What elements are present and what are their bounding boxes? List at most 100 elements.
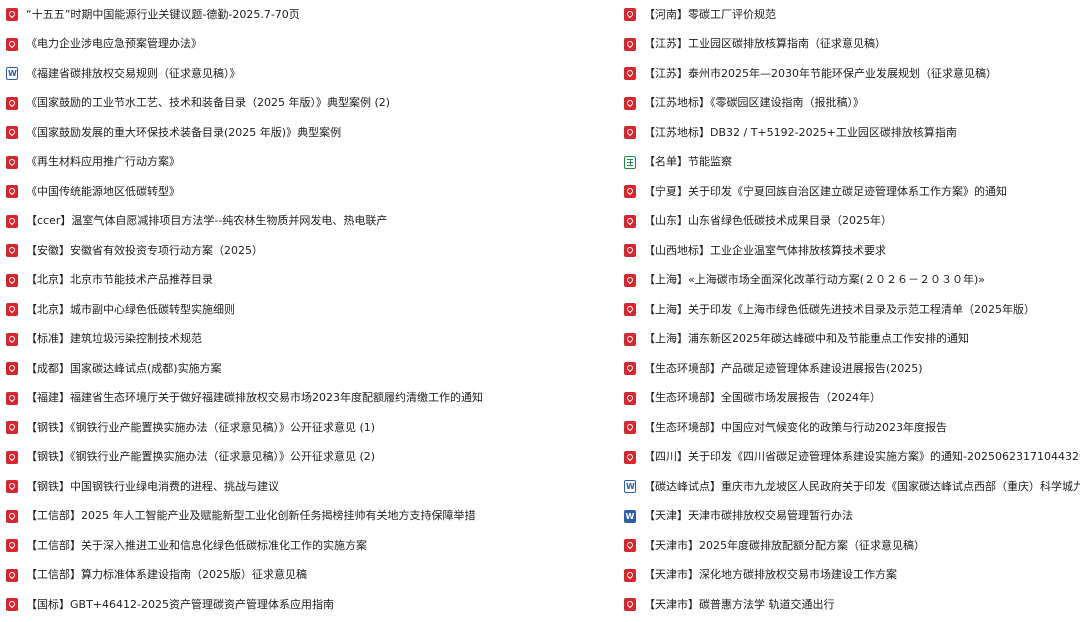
file-name: 【工信部】2025 年人工智能产业及赋能新型工业化创新任务揭榜挂帅有关地方支持保… <box>26 509 476 523</box>
file-item[interactable]: 【成都】国家碳达峰试点(成都)实施方案 <box>0 354 615 384</box>
pdf-icon <box>624 126 636 140</box>
word-icon <box>6 67 18 81</box>
pdf-icon <box>624 391 636 405</box>
file-item[interactable]: 【山西地标】工业企业温室气体排放核算技术要求 <box>620 236 1080 266</box>
file-item[interactable]: 【生态环境部】全国碳市场发展报告（2024年） <box>620 384 1080 414</box>
pdf-icon <box>6 391 18 405</box>
file-item[interactable]: 【安徽】安徽省有效投资专项行动方案（2025） <box>0 236 615 266</box>
pdf-icon <box>6 8 18 22</box>
file-item[interactable]: 【上海】«上海碳市场全面深化改革行动方案(２０２６－２０３０年)» <box>620 266 1080 296</box>
pdf-icon <box>6 450 18 464</box>
file-item[interactable]: 《再生材料应用推广行动方案》 <box>0 148 615 178</box>
file-name: 【上海】关于印发《上海市绿色低碳先进技术目录及示范工程清单（2025年版） <box>644 302 1035 316</box>
file-item[interactable]: 《国家鼓励发展的重大环保技术装备目录(2025 年版)》典型案例 <box>0 118 615 148</box>
pdf-icon <box>624 303 636 317</box>
file-item[interactable]: 【江苏地标】《零碳园区建设指南（报批稿）》 <box>620 89 1080 119</box>
file-item[interactable]: 【工信部】关于深入推进工业和信息化绿色低碳标准化工作的实施方案 <box>0 531 615 561</box>
file-item[interactable]: 【北京】北京市节能技术产品推荐目录 <box>0 266 615 296</box>
pdf-icon <box>624 568 636 582</box>
file-name: 【宁夏】关于印发《宁夏回族自治区建立碳足迹管理体系工作方案》的通知 <box>644 184 1007 198</box>
file-item[interactable]: 《福建省碳排放权交易规则（征求意见稿）》 <box>0 59 615 89</box>
file-name: 【钢铁】《钢铁行业产能置换实施办法（征求意见稿）》公开征求意见 (2) <box>26 450 376 464</box>
pdf-icon <box>6 480 18 494</box>
pdf-icon <box>624 244 636 258</box>
file-name: 《国家鼓励发展的重大环保技术装备目录(2025 年版)》典型案例 <box>26 125 342 139</box>
pdf-icon <box>6 155 18 169</box>
file-item[interactable]: 【名单】节能监察 <box>620 148 1080 178</box>
file-item[interactable]: 【天津市】2025年度碳排放配额分配方案（征求意见稿） <box>620 531 1080 561</box>
pdf-icon <box>624 450 636 464</box>
file-item[interactable]: 【江苏】泰州市2025年—2030年节能环保产业发展规划（征求意见稿） <box>620 59 1080 89</box>
file-item[interactable]: 【江苏地标】DB32 / T+5192-2025+工业园区碳排放核算指南 <box>620 118 1080 148</box>
file-name: 【河南】零碳工厂评价规范 <box>644 7 776 21</box>
file-item[interactable]: 【宁夏】关于印发《宁夏回族自治区建立碳足迹管理体系工作方案》的通知 <box>620 177 1080 207</box>
pdf-icon <box>6 214 18 228</box>
pdf-icon <box>6 185 18 199</box>
file-item[interactable]: 【国标】GBT+46412-2025资产管理碳资产管理体系应用指南 <box>0 590 615 620</box>
file-item[interactable]: 【福建】福建省生态环境厅关于做好福建碳排放权交易市场2023年度配额履约清缴工作… <box>0 384 615 414</box>
file-name: 《国家鼓励的工业节水工艺、技术和装备目录（2025 年版）》典型案例 (2) <box>26 96 391 110</box>
file-item[interactable]: 【标准】建筑垃圾污染控制技术规范 <box>0 325 615 355</box>
file-item[interactable]: 【钢铁】《钢铁行业产能置换实施办法（征求意见稿）》公开征求意见 (2) <box>0 443 615 473</box>
file-item[interactable]: 《电力企业涉电应急预案管理办法》 <box>0 30 615 60</box>
file-name: 【天津】天津市碳排放权交易管理暂行办法 <box>644 509 853 523</box>
file-name: 【江苏地标】DB32 / T+5192-2025+工业园区碳排放核算指南 <box>644 125 957 139</box>
pdf-icon <box>6 509 18 523</box>
file-item[interactable]: “十五五”时期中国能源行业关键议题-德勤-2025.7-70页 <box>0 0 615 30</box>
file-name: 【四川】关于印发《四川省碳足迹管理体系建设实施方案》的通知-2025062317… <box>644 450 1080 464</box>
file-name: 【标准】建筑垃圾污染控制技术规范 <box>26 332 202 346</box>
file-name: 【天津市】2025年度碳排放配额分配方案（征求意见稿） <box>644 538 925 552</box>
pdf-icon <box>6 539 18 553</box>
file-name: 【江苏】工业园区碳排放核算指南（征求意见稿） <box>644 37 886 51</box>
file-item[interactable]: 【工信部】算力标准体系建设指南（2025版）征求意见稿 <box>0 561 615 591</box>
file-item[interactable]: 【北京】城市副中心绿色低碳转型实施细则 <box>0 295 615 325</box>
file-item[interactable]: 【ccer】温室气体自愿减排项目方法学--纯农林生物质并网发电、热电联产 <box>0 207 615 237</box>
pdf-icon <box>624 185 636 199</box>
file-name: 【成都】国家碳达峰试点(成都)实施方案 <box>26 361 222 375</box>
file-item[interactable]: 【山东】山东省绿色低碳技术成果目录（2025年） <box>620 207 1080 237</box>
file-item[interactable]: 【生态环境部】中国应对气候变化的政策与行动2023年度报告 <box>620 413 1080 443</box>
pdf-icon <box>6 126 18 140</box>
pdf-icon <box>624 273 636 287</box>
file-item[interactable]: 【四川】关于印发《四川省碳足迹管理体系建设实施方案》的通知-2025062317… <box>620 443 1080 473</box>
file-item[interactable]: 【河南】零碳工厂评价规范 <box>620 0 1080 30</box>
file-item[interactable]: 【生态环境部】产品碳足迹管理体系建设进展报告(2025) <box>620 354 1080 384</box>
pdf-icon <box>6 362 18 376</box>
pdf-icon <box>624 214 636 228</box>
pdf-icon <box>6 568 18 582</box>
file-item[interactable]: 【天津】天津市碳排放权交易管理暂行办法 <box>620 502 1080 532</box>
pdf-icon <box>624 332 636 346</box>
file-name: 【生态环境部】中国应对气候变化的政策与行动2023年度报告 <box>644 420 947 434</box>
file-item[interactable]: 【钢铁】《钢铁行业产能置换实施办法（征求意见稿）》公开征求意见 (1) <box>0 413 615 443</box>
file-name: 《福建省碳排放权交易规则（征求意见稿）》 <box>26 66 241 80</box>
file-name: 【山东】山东省绿色低碳技术成果目录（2025年） <box>644 214 892 228</box>
file-name: 【ccer】温室气体自愿减排项目方法学--纯农林生物质并网发电、热电联产 <box>26 214 388 228</box>
pdf-icon <box>624 421 636 435</box>
file-item[interactable]: 【工信部】2025 年人工智能产业及赋能新型工业化创新任务揭榜挂帅有关地方支持保… <box>0 502 615 532</box>
file-item[interactable]: 【上海】浦东新区2025年碳达峰碳中和及节能重点工作安排的通知 <box>620 325 1080 355</box>
file-name: 【江苏地标】《零碳园区建设指南（报批稿）》 <box>644 96 864 110</box>
pdf-icon <box>624 362 636 376</box>
file-name: 【钢铁】中国钢铁行业绿电消费的进程、挑战与建议 <box>26 479 279 493</box>
file-item[interactable]: 【天津市】碳普惠方法学 轨道交通出行 <box>620 590 1080 620</box>
file-name: 《电力企业涉电应急预案管理办法》 <box>26 37 202 51</box>
pdf-icon <box>624 96 636 110</box>
file-item[interactable]: 【江苏】工业园区碳排放核算指南（征求意见稿） <box>620 30 1080 60</box>
file-item[interactable]: 【碳达峰试点】重庆市九龙坡区人民政府关于印发《国家碳达峰试点西部（重庆）科学城九 <box>620 472 1080 502</box>
pdf-icon <box>6 273 18 287</box>
file-name: 【碳达峰试点】重庆市九龙坡区人民政府关于印发《国家碳达峰试点西部（重庆）科学城九 <box>644 479 1080 493</box>
file-name: 【上海】浦东新区2025年碳达峰碳中和及节能重点工作安排的通知 <box>644 332 969 346</box>
file-item[interactable]: 【钢铁】中国钢铁行业绿电消费的进程、挑战与建议 <box>0 472 615 502</box>
pdf-icon <box>624 598 636 612</box>
file-name: 【生态环境部】产品碳足迹管理体系建设进展报告(2025) <box>644 361 923 375</box>
file-item[interactable]: 《中国传统能源地区低碳转型》 <box>0 177 615 207</box>
file-name: 【福建】福建省生态环境厅关于做好福建碳排放权交易市场2023年度配额履约清缴工作… <box>26 391 483 405</box>
file-list-right: 【河南】零碳工厂评价规范【江苏】工业园区碳排放核算指南（征求意见稿） 【江苏】泰州… <box>620 0 1080 620</box>
file-name: 《再生材料应用推广行动方案》 <box>26 155 180 169</box>
file-item[interactable]: 【上海】关于印发《上海市绿色低碳先进技术目录及示范工程清单（2025年版） <box>620 295 1080 325</box>
file-item[interactable]: 【天津市】深化地方碳排放权交易市场建设工作方案 <box>620 561 1080 591</box>
file-item[interactable]: 《国家鼓励的工业节水工艺、技术和装备目录（2025 年版）》典型案例 (2) <box>0 89 615 119</box>
file-name: 【上海】«上海碳市场全面深化改革行动方案(２０２６－２０３０年)» <box>644 273 986 287</box>
file-name: 【生态环境部】全国碳市场发展报告（2024年） <box>644 391 881 405</box>
pdf-icon <box>6 244 18 258</box>
